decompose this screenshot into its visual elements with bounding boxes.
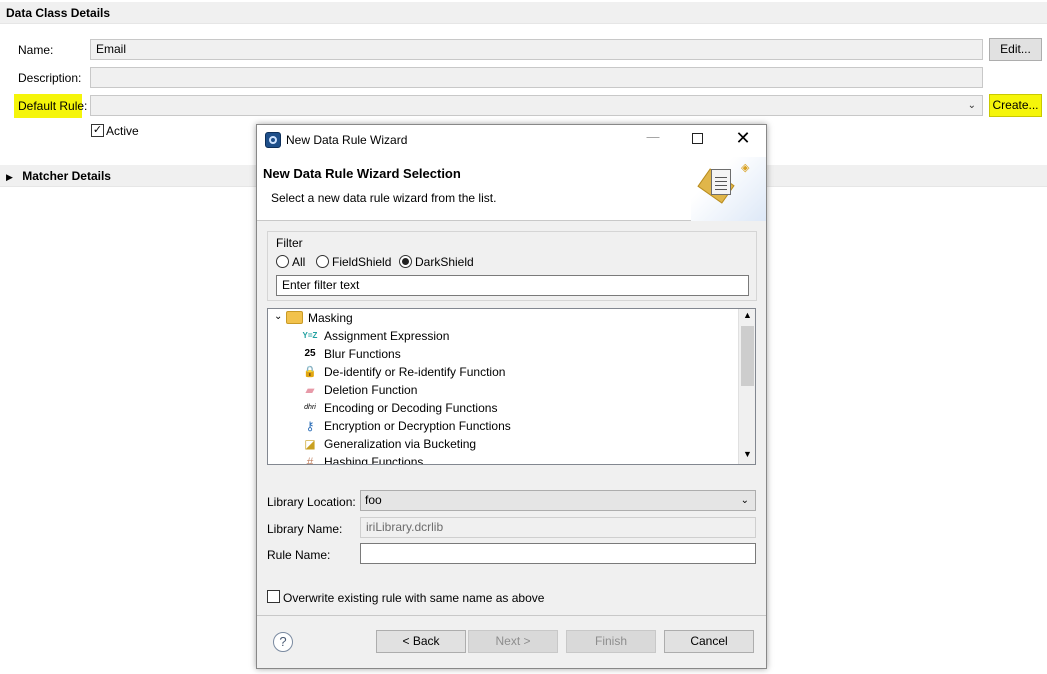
rule-name-input[interactable]: [360, 543, 756, 564]
tree-item[interactable]: # Hashing Functions: [302, 453, 732, 465]
tree-item-label: Blur Functions: [324, 347, 401, 361]
tree-item-label: De-identify or Re-identify Function: [324, 365, 506, 379]
maximize-icon[interactable]: [692, 133, 703, 144]
help-icon[interactable]: ?: [273, 632, 293, 652]
radio-darkshield-label: DarkShield: [415, 255, 474, 269]
sparkle-icon: ◈: [741, 162, 750, 174]
radio-fieldshield-label: FieldShield: [332, 255, 392, 269]
data-class-section-title: Data Class Details: [6, 6, 111, 20]
overwrite-label: Overwrite existing rule with same name a…: [283, 591, 545, 605]
tree-item[interactable]: ⚷ Encryption or Decryption Functions: [302, 417, 732, 435]
create-button[interactable]: Create...: [989, 94, 1042, 117]
filter-input[interactable]: Enter filter text: [276, 275, 749, 296]
next-button[interactable]: Next >: [468, 630, 558, 653]
assignment-icon: Y=Z: [302, 331, 318, 340]
library-location-combo[interactable]: foo ⌄: [360, 490, 756, 511]
close-icon[interactable]: ✕: [735, 127, 751, 149]
finish-button[interactable]: Finish: [566, 630, 656, 653]
chevron-down-icon: ⌄: [967, 100, 976, 111]
filter-group-label: Filter: [276, 236, 303, 250]
tree-item-label: Encryption or Decryption Functions: [324, 419, 511, 433]
default-rule-label: Default Rule:: [18, 99, 88, 113]
new-data-rule-wizard-dialog: New Data Rule Wizard — ✕ New Data Rule W…: [256, 124, 767, 669]
hash-icon: #: [306, 455, 314, 465]
back-button[interactable]: < Back: [376, 630, 466, 653]
default-rule-combo[interactable]: ⌄: [90, 95, 983, 116]
name-field[interactable]: Email: [90, 39, 983, 60]
tree-item[interactable]: ◪ Generalization via Bucketing: [302, 435, 732, 453]
wizard-banner-graphic: ◈: [691, 157, 766, 221]
tree-item[interactable]: 🔒 De-identify or Re-identify Function: [302, 363, 732, 381]
wizard-tree[interactable]: ⌄ Masking Y=Z Assignment Expression 25 B…: [267, 308, 756, 465]
scroll-up-icon[interactable]: ▲: [743, 310, 752, 320]
tree-item[interactable]: Y=Z Assignment Expression: [302, 327, 732, 345]
lock-icon: 🔒: [303, 366, 317, 378]
eraser-icon: ▰: [305, 383, 315, 397]
tree-item-label: Deletion Function: [324, 383, 418, 397]
blur-icon: 25: [304, 348, 316, 359]
scroll-down-icon[interactable]: ▼: [743, 449, 752, 459]
document-icon: [711, 169, 731, 195]
dialog-title: New Data Rule Wizard: [286, 133, 408, 147]
library-name-label: Library Name:: [267, 522, 343, 536]
chevron-down-icon: ⌄: [740, 495, 749, 506]
cancel-button[interactable]: Cancel: [664, 630, 754, 653]
rule-name-label: Rule Name:: [267, 548, 331, 562]
library-location-label: Library Location:: [267, 495, 356, 509]
library-location-value: foo: [365, 493, 382, 507]
dialog-divider: [257, 615, 766, 616]
tree-item[interactable]: ▰ Deletion Function: [302, 381, 732, 399]
encoding-icon: dhri: [304, 404, 316, 411]
description-field[interactable]: [90, 67, 983, 88]
tree-item[interactable]: dhri Encoding or Decoding Functions: [302, 399, 732, 417]
tree-root-masking[interactable]: Masking: [308, 309, 353, 327]
filter-group: Filter All FieldShield DarkShield Enter …: [267, 231, 757, 301]
wizard-heading: New Data Rule Wizard Selection: [263, 166, 461, 181]
name-label: Name:: [18, 43, 54, 57]
scrollbar-thumb[interactable]: [741, 326, 754, 386]
tree-item-label: Assignment Expression: [324, 329, 450, 343]
bucket-icon: ◪: [304, 437, 316, 451]
tree-item[interactable]: 25 Blur Functions: [302, 345, 732, 363]
tree-scrollbar[interactable]: ▲ ▼: [738, 309, 755, 464]
check-icon: ✓: [92, 124, 103, 136]
library-name-field: iriLibrary.dcrlib: [360, 517, 756, 538]
wizard-banner: New Data Rule Wizard Selection Select a …: [257, 155, 766, 221]
key-icon: ⚷: [305, 419, 315, 433]
folder-open-icon: [286, 311, 303, 324]
edit-button[interactable]: Edit...: [989, 38, 1042, 61]
dialog-titlebar[interactable]: New Data Rule Wizard — ✕: [257, 125, 766, 155]
wizard-subheading: Select a new data rule wizard from the l…: [271, 191, 497, 205]
radio-all-label: All: [292, 255, 306, 269]
radio-fieldshield[interactable]: [316, 255, 329, 268]
tree-item-label: Encoding or Decoding Functions: [324, 401, 498, 415]
tree-item-label: Hashing Functions: [324, 455, 424, 465]
tree-item-label: Generalization via Bucketing: [324, 437, 477, 451]
overwrite-checkbox[interactable]: [267, 590, 280, 603]
matcher-section-title: Matcher Details: [22, 169, 111, 183]
radio-all[interactable]: [276, 255, 289, 268]
app-logo-icon: [265, 132, 281, 148]
data-class-section-header: Data Class Details: [0, 2, 1047, 24]
active-label: Active: [106, 124, 139, 138]
minimize-icon[interactable]: —: [645, 129, 661, 149]
active-checkbox[interactable]: ✓: [91, 124, 104, 137]
chevron-down-icon[interactable]: ⌄: [274, 311, 282, 322]
description-label: Description:: [18, 71, 82, 85]
caret-right-icon: ▶: [6, 172, 13, 182]
radio-darkshield[interactable]: [399, 255, 412, 268]
